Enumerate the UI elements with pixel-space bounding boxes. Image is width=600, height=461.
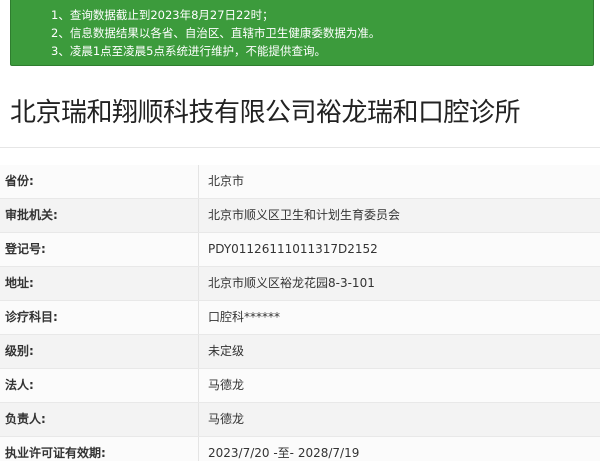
notice-banner: 1、查询数据截止到2023年8月27日22时； 2、信息数据结果以各省、自治区、… [10, 0, 594, 66]
clinic-title: 北京瑞和翔顺科技有限公司裕龙瑞和口腔诊所 [10, 98, 521, 128]
detail-row-province: 省份: 北京市 [0, 165, 600, 199]
detail-label: 执业许可证有效期: [5, 446, 106, 460]
detail-label: 诊疗科目: [5, 310, 58, 324]
detail-row-license-validity: 执业许可证有效期: 2023/7/20 -至- 2028/7/19 [0, 437, 600, 461]
detail-row-person-in-charge: 负责人: 马德龙 [0, 403, 600, 437]
notice-line-data-cutoff: 1、查询数据截止到2023年8月27日22时； [51, 8, 274, 22]
detail-row-level: 级别: 未定级 [0, 335, 600, 369]
detail-label: 地址: [5, 276, 34, 290]
detail-label: 负责人: [5, 412, 46, 426]
column-divider [198, 437, 199, 461]
detail-label: 登记号: [5, 242, 46, 256]
column-divider [198, 199, 199, 232]
column-divider [198, 301, 199, 334]
detail-value: PDY01126111011317D2152 [208, 242, 378, 256]
column-divider [198, 369, 199, 402]
detail-row-medical-subjects: 诊疗科目: 口腔科****** [0, 301, 600, 335]
detail-label: 级别: [5, 344, 34, 358]
detail-value: 马德龙 [208, 412, 245, 426]
clinic-detail-page: 1、查询数据截止到2023年8月27日22时； 2、信息数据结果以各省、自治区、… [0, 0, 600, 461]
column-divider [198, 335, 199, 368]
detail-value: 北京市顺义区裕龙花园8-3-101 [208, 276, 375, 290]
detail-row-approval-authority: 审批机关: 北京市顺义区卫生和计划生育委员会 [0, 199, 600, 233]
detail-row-legal-representative: 法人: 马德龙 [0, 369, 600, 403]
detail-value: 马德龙 [208, 378, 245, 392]
detail-value: 2023/7/20 -至- 2028/7/19 [208, 446, 360, 460]
title-divider [0, 147, 600, 148]
detail-label: 审批机关: [5, 208, 58, 222]
detail-value: 未定级 [208, 344, 245, 358]
notice-line-maintenance: 3、凌晨1点至凌晨5点系统进行维护，不能提供查询。 [51, 44, 326, 58]
detail-value: 北京市 [208, 174, 245, 188]
detail-value: 口腔科****** [208, 310, 281, 324]
column-divider [198, 403, 199, 436]
notice-line-data-source: 2、信息数据结果以各省、自治区、直辖市卫生健康委数据为准。 [51, 26, 381, 40]
detail-label: 省份: [5, 174, 34, 188]
detail-value: 北京市顺义区卫生和计划生育委员会 [208, 208, 401, 222]
column-divider [198, 233, 199, 266]
column-divider [198, 165, 199, 198]
detail-row-registration-number: 登记号: PDY01126111011317D2152 [0, 233, 600, 267]
detail-row-address: 地址: 北京市顺义区裕龙花园8-3-101 [0, 267, 600, 301]
column-divider [198, 267, 199, 300]
detail-label: 法人: [5, 378, 34, 392]
